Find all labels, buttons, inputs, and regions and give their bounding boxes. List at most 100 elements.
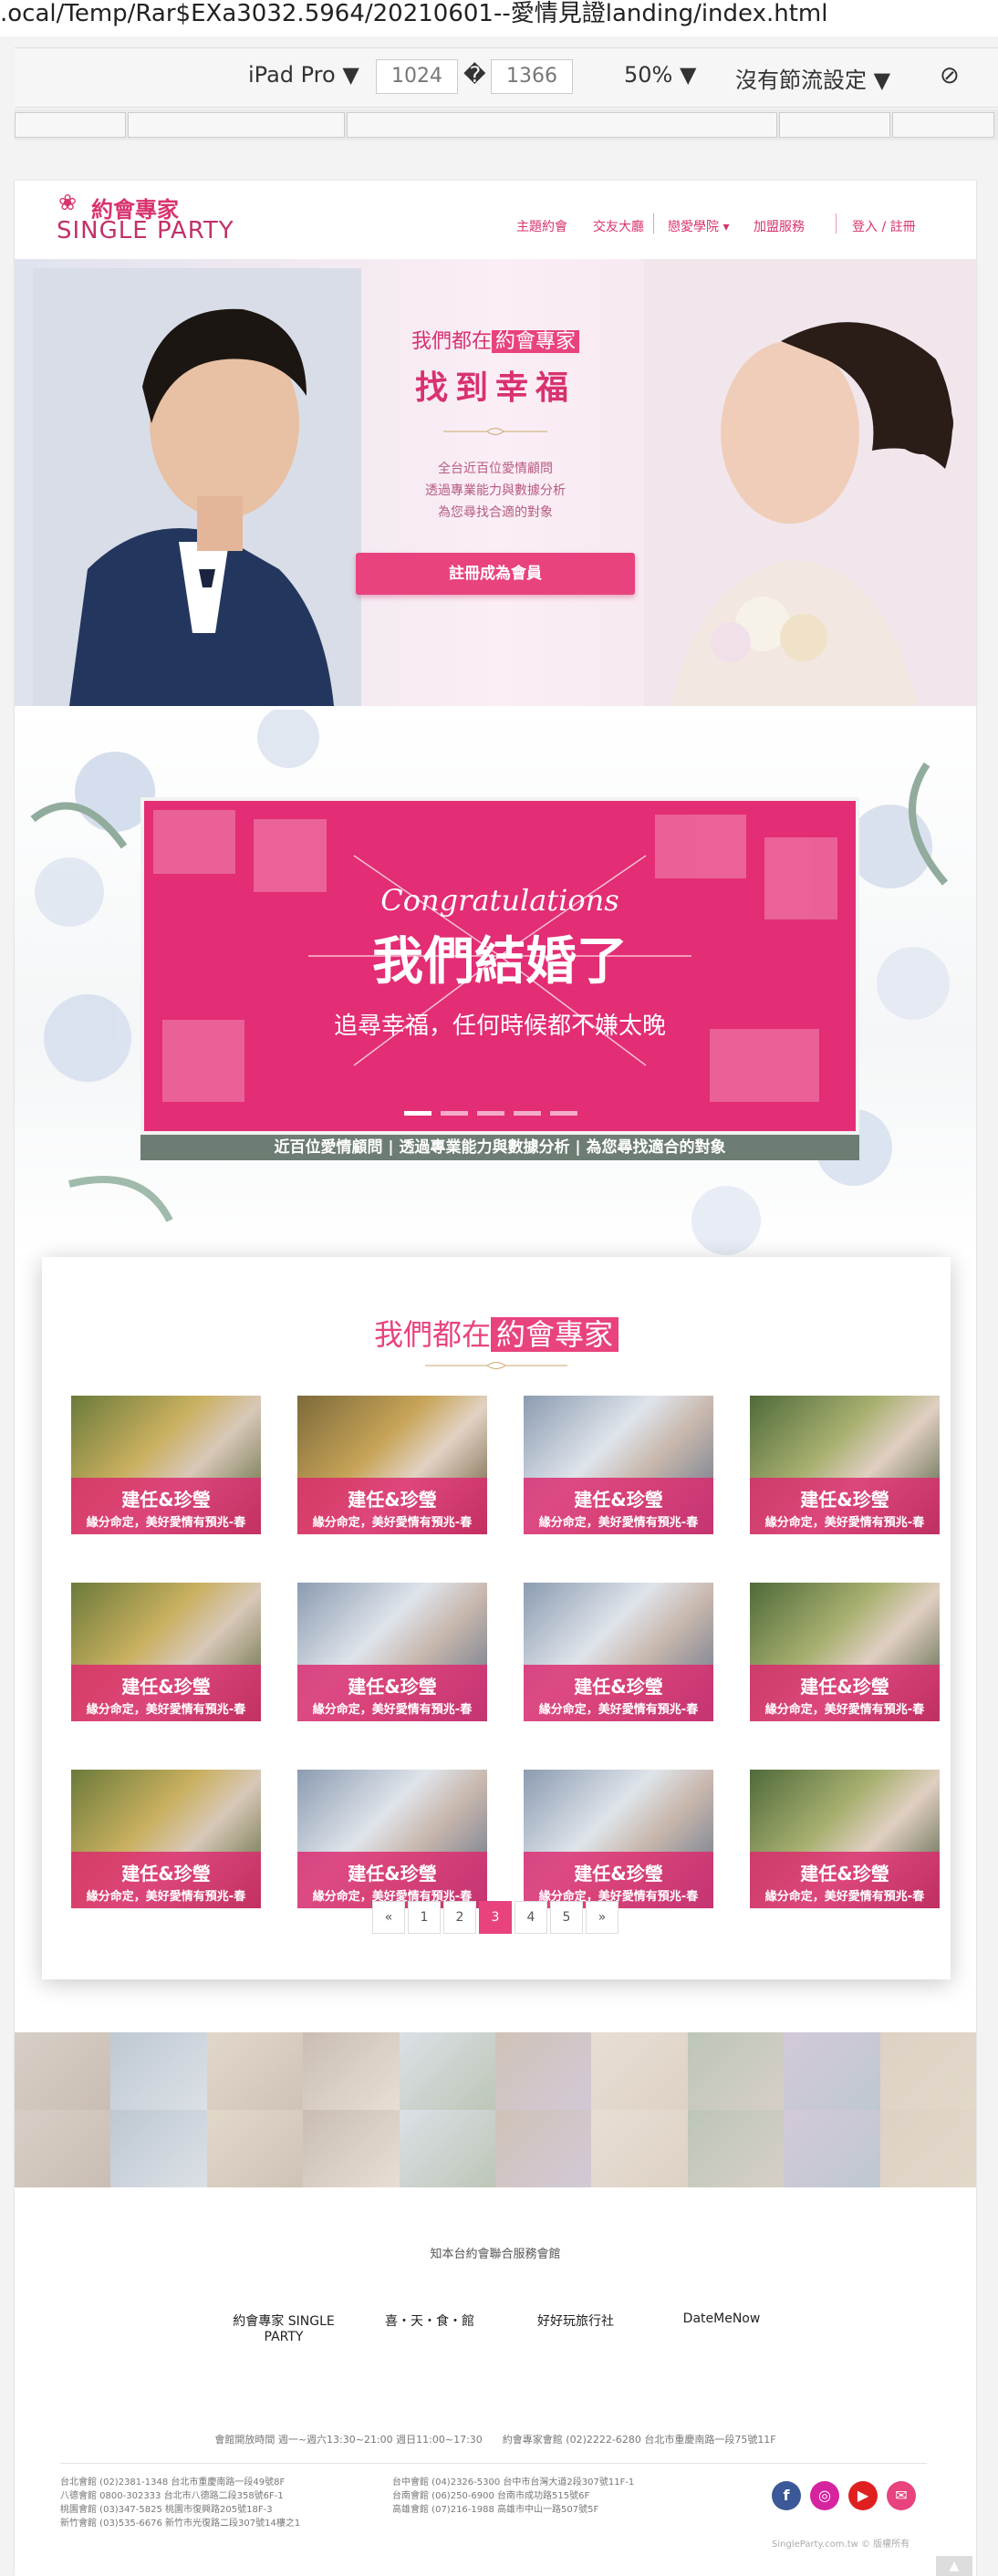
couple-name: 建任&珍瑩 [574, 1863, 663, 1885]
branches-right: 台中會館 (04)2326-5300 台中市台灣大道2段307號11F-1 台南會… [392, 2477, 635, 2515]
banner-caption: 近百位愛情顧問 | 透過專業能力與數據分析 | 為您尋找適合的對象 [140, 1135, 859, 1160]
collage-photo [206, 2110, 304, 2187]
collage-photo [399, 2110, 495, 2187]
zoom-select[interactable]: 50% ▼ [624, 62, 696, 88]
testimonial-item[interactable]: 建任&珍瑩緣分命定，美好愛情有預兆-春 [71, 1770, 261, 1908]
couple-tagline: 緣分命定，美好愛情有預兆-春 [86, 1516, 246, 1530]
couple-name: 建任&珍瑩 [348, 1676, 437, 1698]
testimonial-item[interactable]: 建任&珍瑩 緣分命定，美好愛情有預兆-春 [297, 1770, 487, 1908]
couple-name: 建任&珍瑩 [800, 1489, 889, 1511]
pagination-page[interactable]: 3 [479, 1901, 512, 1934]
nav-academy[interactable]: 戀愛學院 ▾ [668, 217, 729, 235]
couple-name: 建任&珍瑩 [348, 1863, 437, 1885]
hero-subtitle: 我們都在 約會專家 [15, 325, 976, 354]
logo-en[interactable]: SINGLE PARTY [57, 217, 234, 244]
device-toolbar: iPad Pro ▼ 1024 � 1366 50% ▼ 沒有節流設定 ▼ ⊘ [15, 47, 998, 108]
nav-lobby[interactable]: 交友大廳 [593, 217, 644, 235]
couple-tagline: 緣分命定，美好愛情有預兆-春 [312, 1703, 473, 1717]
banner-sub: 追尋幸福，任何時候都不嫌太晚 [334, 1013, 666, 1040]
testimonial-item[interactable]: 建任&珍瑩緣分命定，美好愛情有預兆-春 [297, 1396, 487, 1534]
pagination-page[interactable]: 1 [408, 1901, 441, 1934]
dim-separator: � [463, 62, 486, 88]
testimonial-item[interactable]: 建任&珍瑩緣分命定，美好愛情有預兆-春 [524, 1396, 713, 1534]
collage-photo [110, 2110, 207, 2187]
collage-photo [399, 2032, 495, 2110]
couple-name: 建任&珍瑩 [121, 1863, 211, 1885]
collage-photo [303, 2032, 400, 2110]
testimonials-title: 我們都在 約會專家 [42, 1312, 951, 1354]
pagination-prev[interactable]: « [372, 1901, 405, 1934]
couple-tagline: 緣分命定，美好愛情有預兆-春 [86, 1890, 246, 1904]
couple-name: 建任&珍瑩 [121, 1489, 211, 1511]
instagram-icon[interactable]: ◎ [810, 2481, 839, 2510]
photo-collage [15, 2032, 976, 2187]
footer-group-title: 知本台約會聯合服務會館 [430, 2248, 561, 2261]
nav-franchise[interactable]: 加盟服務 [754, 217, 805, 235]
hero-description: 全台近百位愛情顧問 透過專業能力與數據分析 為您尋找合適的對象 [425, 462, 566, 520]
couple-tagline: 緣分命定，美好愛情有預兆-春 [764, 1890, 925, 1904]
collage-photo [206, 2032, 304, 2110]
nav-theme-dates[interactable]: 主題約會 [516, 217, 567, 235]
pagination-page[interactable]: 4 [515, 1901, 547, 1934]
branches-left: 台北會館 (02)2381-1348 台北市重慶南路一段49號8F 八德會館 08… [60, 2477, 301, 2529]
collage-photo [879, 2032, 976, 2110]
nav-login[interactable]: 登入 / 註冊 [852, 217, 916, 235]
testimonial-item[interactable]: 建任&珍瑩 緣分命定，美好愛情有預兆-春 [524, 1770, 713, 1908]
collage-photo [15, 2110, 111, 2187]
partner-logo-datemenow[interactable]: DateMeNow [662, 2311, 781, 2326]
couple-name: 建任&珍瑩 [574, 1489, 663, 1511]
testimonial-item[interactable]: 建任&珍瑩緣分命定，美好愛情有預兆-春 [750, 1583, 940, 1721]
couple-tagline: 緣分命定，美好愛情有預兆-春 [538, 1516, 699, 1530]
height-input[interactable]: 1366 [491, 59, 573, 94]
url-bar: .ocal/Temp/Rar$EXa3032.5964/20210601--愛情… [0, 0, 998, 36]
couple-tagline: 緣分命定，美好愛情有預兆-春 [86, 1703, 246, 1717]
couple-name: 建任&珍瑩 [121, 1676, 211, 1698]
couple-name: 建任&珍瑩 [574, 1676, 663, 1698]
hero-title: 找到幸福 [414, 369, 576, 407]
register-button[interactable]: 註冊成為會員 [356, 553, 635, 595]
collage-photo [110, 2032, 207, 2110]
couple-tagline: 緣分命定，美好愛情有預兆-春 [538, 1703, 699, 1717]
testimonial-item[interactable]: 建任&珍瑩緣分命定，美好愛情有預兆-春 [71, 1396, 261, 1534]
ornament-divider-icon [443, 428, 547, 435]
media-query-bar [15, 109, 998, 140]
youtube-icon[interactable]: ▶ [848, 2481, 878, 2510]
collage-photo [591, 2032, 688, 2110]
collage-photo [687, 2032, 785, 2110]
couple-name: 建任&珍瑩 [800, 1676, 889, 1698]
partner-logo-restaurant[interactable]: 喜・天・食・館 [370, 2311, 489, 2330]
pagination-page[interactable]: 2 [443, 1901, 476, 1934]
testimonial-item[interactable]: 建任&珍瑩緣分命定，美好愛情有預兆-春 [71, 1583, 261, 1721]
collage-photo [15, 2032, 111, 2110]
width-input[interactable]: 1024 [376, 59, 458, 94]
site-header: ❀ 約會專家 SINGLE PARTY 主題約會 交友大廳 戀愛學院 ▾ 加盟服… [15, 181, 976, 259]
copyright: SingleParty.com.tw © 版權所有 [772, 2540, 910, 2550]
couple-name: 建任&珍瑩 [348, 1489, 437, 1511]
banner-script: Congratulations [380, 883, 619, 918]
testimonials-card: 我們都在 約會專家 建任&珍瑩 緣分命定，美好愛情有預兆-春 建任&珍瑩 緣分命定，美好… [42, 1257, 951, 1979]
partner-logo-travel[interactable]: 好好玩旅行社 [516, 2311, 635, 2330]
partner-logo-single-party[interactable]: 約會專家 SINGLE PARTY [224, 2311, 343, 2344]
testimonial-item[interactable]: 建任&珍瑩緣分命定，美好愛情有預兆-春 [750, 1770, 940, 1908]
device-select[interactable]: iPad Pro ▼ [248, 62, 359, 88]
page-viewport: ❀ 約會專家 SINGLE PARTY 主題約會 交友大廳 戀愛學院 ▾ 加盟服… [15, 181, 976, 2576]
pagination-page[interactable]: 5 [550, 1901, 583, 1934]
throttle-select[interactable]: 沒有節流設定 ▼ [735, 62, 890, 94]
mail-icon[interactable]: ✉ [887, 2481, 916, 2510]
facebook-icon[interactable]: f [772, 2481, 801, 2510]
testimonial-item[interactable]: 建任&珍瑩緣分命定，美好愛情有預兆-春 [297, 1583, 487, 1721]
rotate-icon[interactable]: ⊘ [940, 62, 960, 89]
testimonial-item[interactable]: 建任&珍瑩 緣分命定，美好愛情有預兆-春 [750, 1396, 940, 1534]
pagination-next[interactable]: » [586, 1901, 619, 1934]
collage-photo [495, 2032, 592, 2110]
couple-tagline: 緣分命定，美好愛情有預兆-春 [764, 1703, 925, 1717]
rose-logo-icon: ❀ [58, 190, 78, 215]
collage-photo [784, 2032, 880, 2110]
testimonial-item[interactable]: 建任&珍瑩緣分命定，美好愛情有預兆-春 [524, 1583, 713, 1721]
collage-photo [687, 2110, 785, 2187]
back-to-top-button[interactable]: ▲ [936, 2556, 972, 2576]
couple-name: 建任&珍瑩 [800, 1863, 889, 1885]
congrats-banner: Congratulations 我們結婚了 追尋幸福，任何時候都不嫌太晚 [140, 797, 859, 1135]
couple-tagline: 緣分命定，美好愛情有預兆-春 [312, 1516, 473, 1530]
collage-photo [591, 2110, 688, 2187]
